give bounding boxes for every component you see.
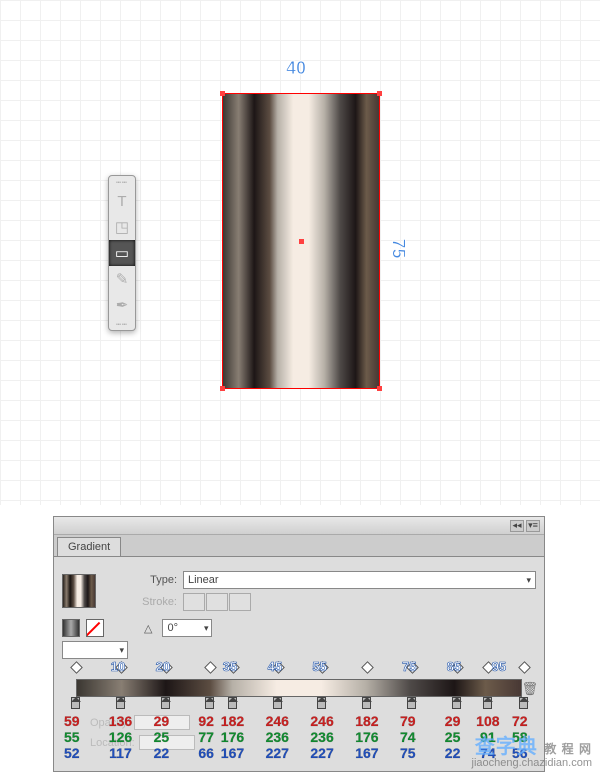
handle-center[interactable] (299, 239, 304, 244)
dimension-width: 40 (286, 58, 306, 79)
artboard[interactable]: 40 75 ┅┅ T ◳ ▭ ✎ ✒ ┅┅ (0, 0, 600, 505)
rgb-values-grid: Opacity: Location: 595552136126117292522… (76, 713, 522, 763)
tool-icon[interactable]: ◳ (109, 214, 135, 240)
rgb-column: 246236227 (310, 713, 333, 761)
stroke-swatch-icon[interactable] (86, 619, 104, 637)
rgb-column: 725856 (512, 713, 528, 761)
tab-gradient[interactable]: Gradient (57, 537, 121, 556)
menu-icon[interactable]: ▾≡ (526, 520, 540, 532)
fill-swatch-icon[interactable] (62, 619, 80, 637)
collapse-icon[interactable]: ◂◂ (510, 520, 524, 532)
rgb-column: 927766 (198, 713, 214, 761)
panel-tabs: Gradient (54, 535, 544, 557)
dimension-height: 75 (388, 238, 409, 258)
color-stop[interactable] (483, 697, 492, 709)
color-stop[interactable] (205, 697, 214, 709)
rgb-column: 797475 (400, 713, 416, 761)
rgb-column: 182176167 (355, 713, 378, 761)
rgb-column: 246236227 (266, 713, 289, 761)
opacity-stop[interactable] (205, 661, 218, 674)
color-stop[interactable] (273, 697, 282, 709)
stroke-mode-1[interactable] (183, 593, 205, 611)
gradient-swatch[interactable] (62, 574, 96, 608)
handle[interactable] (220, 91, 225, 96)
stroke-mode-buttons (183, 593, 251, 611)
rgb-column: 1089174 (476, 713, 499, 761)
rgb-column: 595552 (64, 713, 80, 761)
stop-percent-label: 35 (223, 659, 237, 674)
opacity-stop[interactable] (361, 661, 374, 674)
panel-titlebar[interactable]: ◂◂ ▾≡ (54, 517, 544, 535)
floating-toolbox[interactable]: ┅┅ T ◳ ▭ ✎ ✒ ┅┅ (108, 175, 136, 331)
color-stop[interactable] (317, 697, 326, 709)
opacity-stops-row[interactable]: 1020354555758595 (76, 663, 522, 679)
opacity-stop[interactable] (518, 661, 531, 674)
color-stop[interactable] (161, 697, 170, 709)
pen-tool-icon[interactable]: ✒ (109, 292, 135, 318)
toolbox-grip[interactable]: ┅┅ (109, 318, 135, 330)
trash-icon[interactable]: 🗑 (521, 681, 538, 697)
type-label: Type: (102, 574, 177, 586)
color-stop[interactable] (362, 697, 371, 709)
angle-icon: △ (144, 622, 152, 635)
handle[interactable] (377, 91, 382, 96)
stroke-label: Stroke: (102, 596, 177, 608)
angle-value: 0° (167, 622, 178, 634)
rgb-column: 182176167 (221, 713, 244, 761)
handle[interactable] (377, 386, 382, 391)
gradient-panel: ◂◂ ▾≡ Gradient Type: Linear Stroke: (53, 516, 545, 772)
color-stops-row[interactable] (76, 697, 522, 711)
stroke-mode-3[interactable] (229, 593, 251, 611)
color-stop[interactable] (228, 697, 237, 709)
stroke-mode-2[interactable] (206, 593, 228, 611)
gradient-rectangle[interactable] (222, 93, 380, 389)
stop-percent-label: 20 (156, 659, 170, 674)
rgb-column: 292522 (154, 713, 170, 761)
stop-percent-label: 55 (312, 659, 326, 674)
stop-percent-label: 95 (492, 659, 506, 674)
color-stop[interactable] (71, 697, 80, 709)
type-select[interactable]: Linear (183, 571, 536, 589)
type-value: Linear (188, 574, 219, 586)
rectangle-tool-icon[interactable]: ▭ (109, 240, 135, 266)
color-stop[interactable] (519, 697, 528, 709)
stop-percent-label: 75 (402, 659, 416, 674)
toolbox-grip[interactable]: ┅┅ (109, 176, 135, 188)
stop-percent-label: 85 (447, 659, 461, 674)
rgb-column: 136126117 (109, 713, 132, 761)
opacity-stop[interactable] (70, 661, 83, 674)
aspect-input[interactable] (62, 641, 128, 659)
color-stop[interactable] (116, 697, 125, 709)
color-stop[interactable] (452, 697, 461, 709)
handle[interactable] (220, 386, 225, 391)
color-stop[interactable] (407, 697, 416, 709)
stop-percent-label: 45 (268, 659, 282, 674)
rgb-column: 292522 (445, 713, 461, 761)
angle-input[interactable]: 0° (162, 619, 212, 637)
brush-tool-icon[interactable]: ✎ (109, 266, 135, 292)
type-tool-icon[interactable]: T (109, 188, 135, 214)
stop-percent-label: 10 (111, 659, 125, 674)
